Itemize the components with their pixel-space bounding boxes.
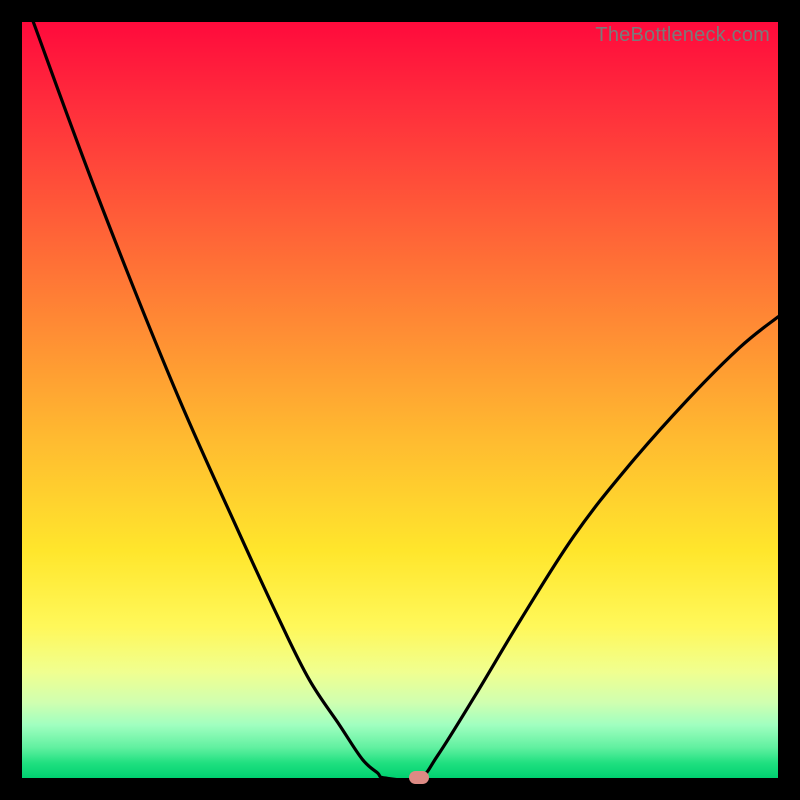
chart-container: TheBottleneck.com <box>0 0 800 800</box>
bottleneck-curve <box>22 22 778 778</box>
plot-area: TheBottleneck.com <box>22 22 778 778</box>
curve-path <box>33 22 778 780</box>
optimum-marker <box>409 771 429 784</box>
